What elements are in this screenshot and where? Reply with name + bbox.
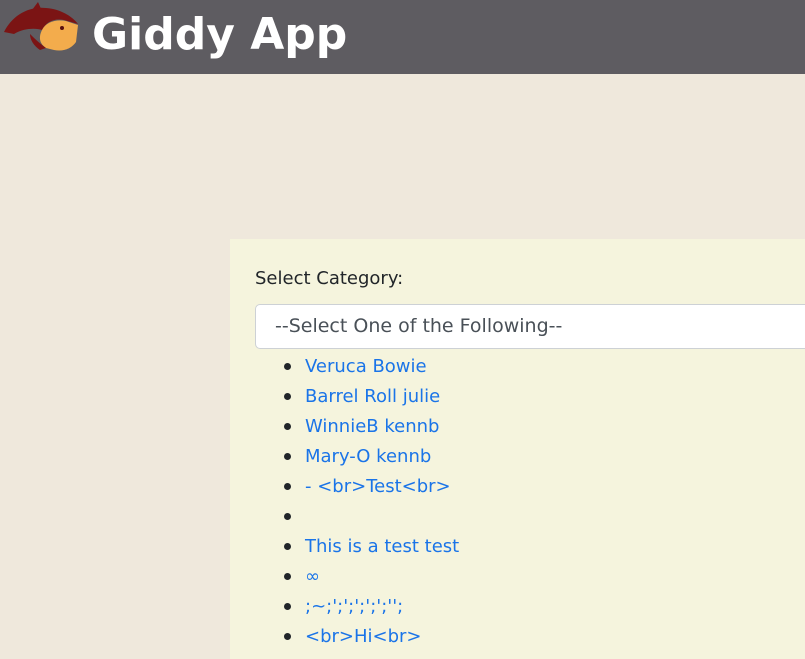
horse-head-icon[interactable]	[2, 2, 80, 54]
bullet-icon	[284, 543, 291, 550]
category-panel: Select Category: --Select One of the Fol…	[230, 239, 805, 659]
category-link[interactable]: Veruca Bowie	[305, 352, 427, 382]
select-category-label: Select Category:	[255, 268, 404, 289]
category-link[interactable]: This is a test test	[305, 532, 459, 562]
bullet-icon	[284, 483, 291, 490]
page-title: Giddy App	[92, 9, 348, 60]
bullet-icon	[284, 453, 291, 460]
bullet-icon	[284, 393, 291, 400]
bullet-icon	[284, 633, 291, 640]
bullet-icon	[284, 573, 291, 580]
category-link[interactable]: Mary-O kennb	[305, 442, 431, 472]
category-link[interactable]: ∞	[305, 562, 320, 592]
category-link[interactable]: <br>Hi<br>	[305, 622, 422, 652]
category-link[interactable]: - <br>Test<br>	[305, 472, 451, 502]
category-select[interactable]: --Select One of the Following--	[255, 304, 805, 349]
app-header: Giddy App	[0, 0, 805, 74]
bullet-icon	[284, 603, 291, 610]
category-link[interactable]: WinnieB kennb	[305, 412, 439, 442]
bullet-icon	[284, 363, 291, 370]
category-link[interactable]: Barrel Roll julie	[305, 382, 440, 412]
bullet-icon	[284, 513, 291, 520]
category-link[interactable]: ;~;';';';';';'';	[305, 592, 403, 622]
bullet-icon	[284, 423, 291, 430]
